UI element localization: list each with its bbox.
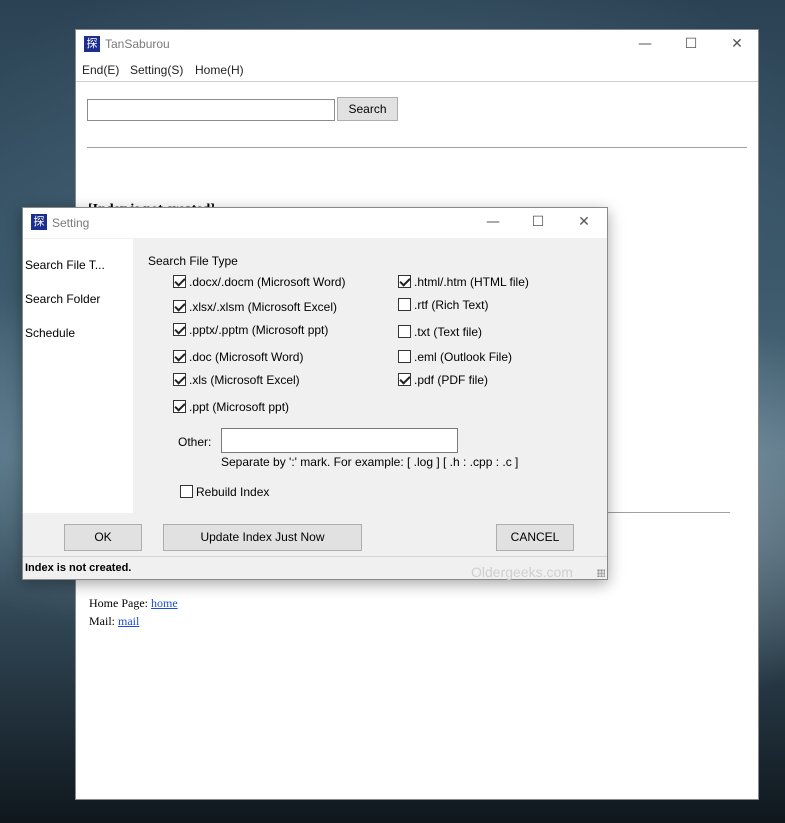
- checkbox-eml[interactable]: .eml (Outlook File): [398, 350, 512, 364]
- checkbox-box[interactable]: [173, 323, 186, 336]
- checkbox-txt[interactable]: .txt (Text file): [398, 325, 482, 339]
- search-button[interactable]: Search: [337, 97, 398, 121]
- divider-lower: [606, 512, 730, 513]
- setting-dialog-title: Setting: [52, 216, 90, 230]
- checkbox-docx[interactable]: .docx/.docm (Microsoft Word): [173, 275, 345, 289]
- sidebar-item-search-file-type[interactable]: Search File T...: [25, 258, 105, 272]
- checkbox-box[interactable]: [173, 275, 186, 288]
- checkbox-xlsx[interactable]: .xlsx/.xlsm (Microsoft Excel): [173, 300, 337, 314]
- checkbox-box[interactable]: [173, 400, 186, 413]
- checkbox-label: .xls (Microsoft Excel): [189, 373, 300, 387]
- checkbox-box[interactable]: [173, 373, 186, 386]
- sidebar-item-search-folder[interactable]: Search Folder: [25, 292, 100, 306]
- other-extensions-input[interactable]: [221, 428, 458, 453]
- checkbox-pdf[interactable]: .pdf (PDF file): [398, 373, 488, 387]
- checkbox-label: .ppt (Microsoft ppt): [189, 400, 290, 414]
- other-label: Other:: [178, 435, 212, 449]
- checkbox-label: .html/.htm (HTML file): [414, 275, 529, 289]
- checkbox-label: .docx/.docm (Microsoft Word): [189, 275, 346, 289]
- mail-label: Mail:: [89, 614, 115, 628]
- home-page-label: Home Page:: [89, 596, 148, 610]
- checkbox-rtf[interactable]: .rtf (Rich Text): [398, 298, 488, 312]
- status-bar: Index is not created. Oldergeeks.com: [23, 556, 607, 580]
- cancel-button[interactable]: CANCEL: [496, 524, 574, 551]
- resize-grip-icon[interactable]: [597, 569, 605, 577]
- checkbox-box[interactable]: [398, 350, 411, 363]
- checkbox-box[interactable]: [173, 350, 186, 363]
- divider: [87, 147, 747, 148]
- main-window-title: TanSaburou: [105, 37, 170, 51]
- checkbox-label: .txt (Text file): [414, 325, 483, 339]
- checkbox-box[interactable]: [173, 300, 186, 313]
- menu-bar: End(E) Setting(S) Home(H): [76, 59, 758, 82]
- checkbox-label: .rtf (Rich Text): [414, 298, 489, 312]
- home-page-row: Home Page: home: [89, 596, 178, 611]
- setting-maximize-button[interactable]: ☐: [515, 208, 561, 237]
- checkbox-box[interactable]: [398, 275, 411, 288]
- update-index-button[interactable]: Update Index Just Now: [163, 524, 362, 551]
- setting-sidebar: Search File T... Search Folder Schedule: [23, 239, 133, 513]
- search-input[interactable]: [87, 99, 335, 121]
- setting-close-button[interactable]: ✕: [561, 208, 607, 237]
- menu-home[interactable]: Home(H): [195, 63, 244, 77]
- checkbox-box[interactable]: [398, 373, 411, 386]
- checkbox-box[interactable]: [398, 325, 411, 338]
- mail-row: Mail: mail: [89, 614, 139, 629]
- checkbox-label: .pdf (PDF file): [414, 373, 489, 387]
- status-text: Index is not created.: [25, 562, 132, 574]
- checkbox-rebuild-index[interactable]: Rebuild Index: [180, 485, 269, 499]
- sidebar-item-schedule[interactable]: Schedule: [25, 326, 75, 340]
- setting-titlebar[interactable]: 探 Setting — ☐ ✕: [23, 208, 607, 238]
- setting-dialog: 探 Setting — ☐ ✕ Search File T... Search …: [22, 207, 608, 580]
- checkbox-doc[interactable]: .doc (Microsoft Word): [173, 350, 303, 364]
- watermark: Oldergeeks.com: [471, 564, 573, 580]
- checkbox-pptx[interactable]: .pptx/.pptm (Microsoft ppt): [173, 323, 328, 337]
- app-icon: 探: [84, 36, 100, 52]
- setting-app-icon: 探: [31, 214, 47, 230]
- checkbox-label: .doc (Microsoft Word): [189, 350, 304, 364]
- mail-link[interactable]: mail: [118, 614, 139, 628]
- checkbox-label: .eml (Outlook File): [414, 350, 513, 364]
- home-link[interactable]: home: [151, 596, 178, 610]
- menu-end[interactable]: End(E): [82, 63, 119, 77]
- checkbox-ppt[interactable]: .ppt (Microsoft ppt): [173, 400, 289, 414]
- maximize-button[interactable]: ☐: [668, 30, 714, 59]
- section-title: Search File Type: [148, 254, 238, 268]
- minimize-button[interactable]: —: [622, 30, 668, 59]
- close-button[interactable]: ✕: [714, 30, 760, 59]
- setting-minimize-button[interactable]: —: [470, 208, 516, 237]
- other-hint: Separate by ':' mark. For example: [ .lo…: [221, 455, 519, 469]
- ok-button[interactable]: OK: [64, 524, 142, 551]
- checkbox-box[interactable]: [398, 298, 411, 311]
- checkbox-box[interactable]: [180, 485, 193, 498]
- checkbox-label: .pptx/.pptm (Microsoft ppt): [189, 323, 329, 337]
- menu-setting[interactable]: Setting(S): [130, 63, 183, 77]
- checkbox-label: Rebuild Index: [196, 485, 270, 499]
- main-titlebar[interactable]: 探 TanSaburou — ☐ ✕: [76, 30, 758, 59]
- checkbox-label: .xlsx/.xlsm (Microsoft Excel): [189, 300, 338, 314]
- checkbox-xls[interactable]: .xls (Microsoft Excel): [173, 373, 300, 387]
- checkbox-html[interactable]: .html/.htm (HTML file): [398, 275, 529, 289]
